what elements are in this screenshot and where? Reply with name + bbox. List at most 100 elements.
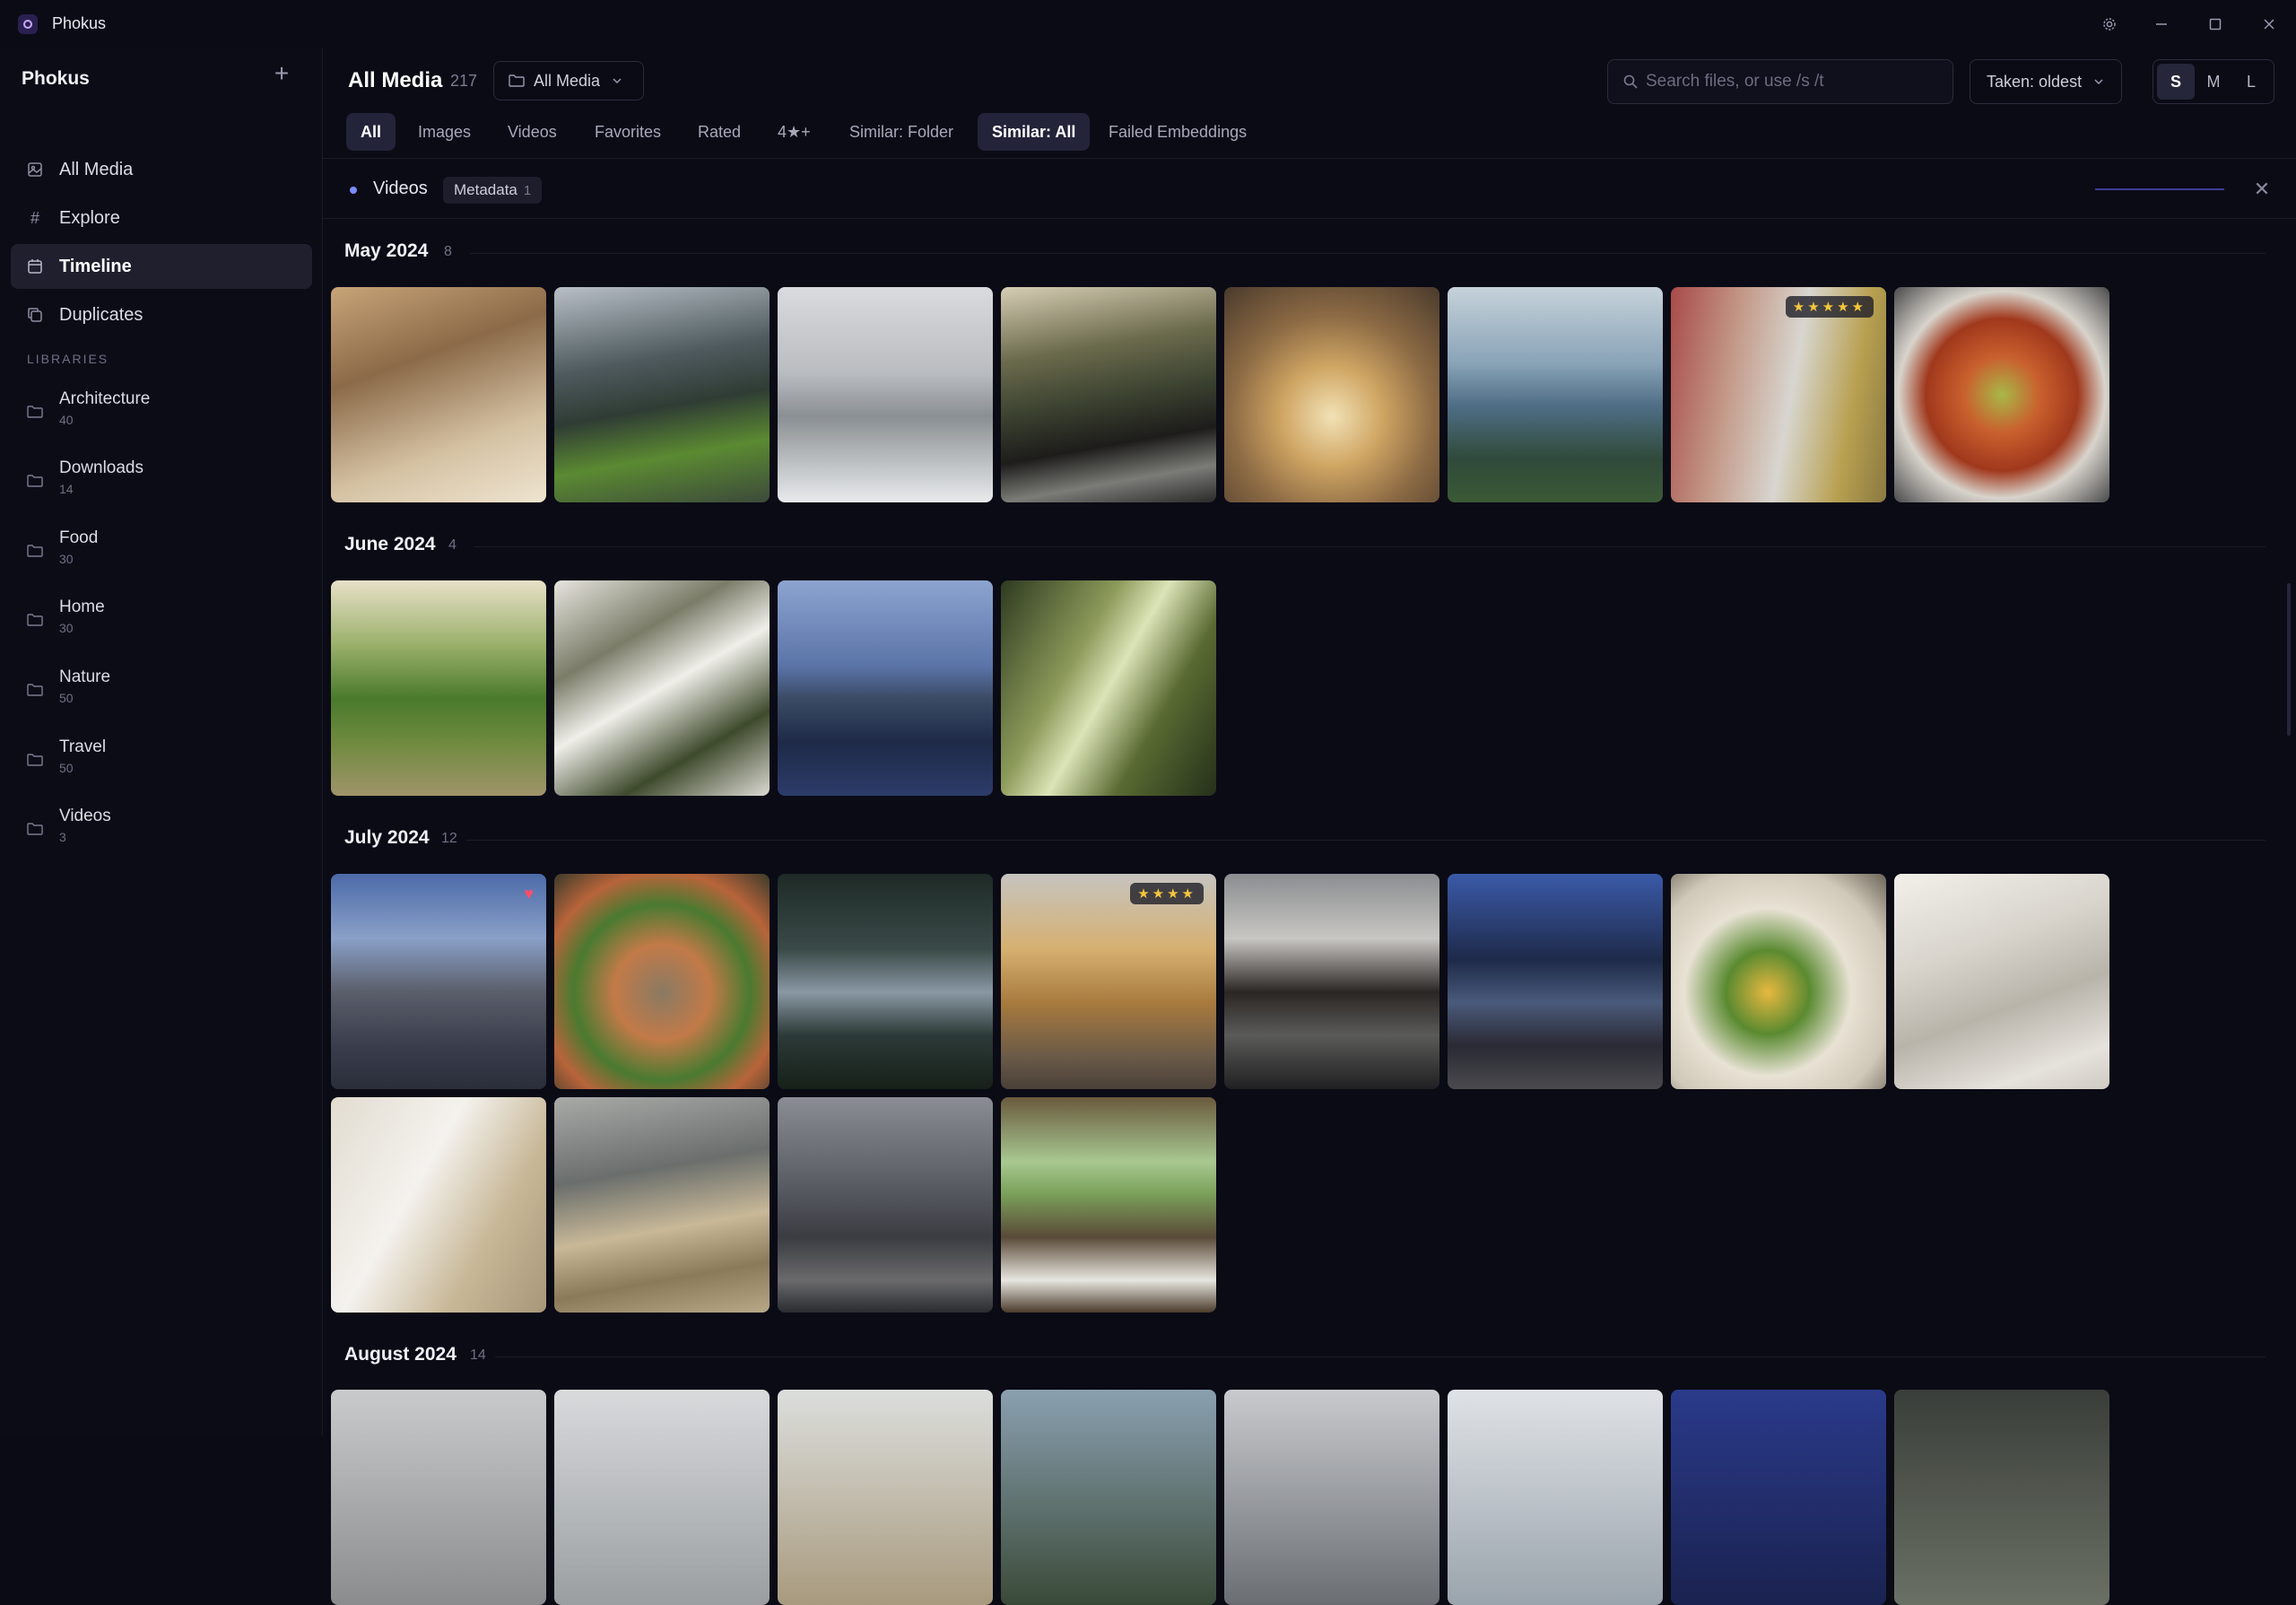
close-window-button[interactable] xyxy=(2253,9,2285,39)
photo-thumbnail[interactable] xyxy=(1448,287,1663,502)
tab-all[interactable]: All xyxy=(346,113,396,151)
library-name: Food xyxy=(59,528,99,547)
sidebar-item-timeline[interactable]: Timeline xyxy=(11,244,312,289)
photo-thumbnail[interactable] xyxy=(1224,874,1439,1089)
calendar-icon xyxy=(11,258,59,275)
folder-icon xyxy=(509,74,525,87)
library-count: 50 xyxy=(59,761,74,775)
title-bar: Phokus xyxy=(0,0,2296,48)
photo-thumbnail[interactable] xyxy=(778,1097,993,1313)
tab-rated[interactable]: Rated xyxy=(683,113,755,151)
active-filter-bar: Videos Metadata 1 ✕ xyxy=(323,158,2296,219)
thumbnail-size-toggle: S M L xyxy=(2152,59,2274,104)
library-count: 50 xyxy=(59,691,74,705)
section-title: August 2024 xyxy=(344,1344,457,1365)
tab-videos[interactable]: Videos xyxy=(493,113,571,151)
photo-thumbnail[interactable] xyxy=(1671,874,1886,1089)
section-count: 12 xyxy=(441,831,457,846)
photo-thumbnail[interactable]: ♥ xyxy=(331,874,546,1089)
sidebar-item-explore[interactable]: # Explore xyxy=(11,196,312,240)
photo-thumbnail[interactable] xyxy=(1001,287,1216,502)
folder-filter-dropdown[interactable]: All Media xyxy=(493,61,644,100)
section-divider xyxy=(495,1356,2266,1357)
chevron-down-icon xyxy=(613,78,622,84)
photo-thumbnail[interactable]: ★★★★ xyxy=(1001,874,1216,1089)
app-logo-icon xyxy=(18,14,38,34)
tab-failed-embeddings[interactable]: Failed Embeddings xyxy=(1094,113,1261,151)
photo-thumbnail[interactable] xyxy=(554,1097,770,1313)
tab-favorites[interactable]: Favorites xyxy=(580,113,675,151)
folder-icon xyxy=(27,684,43,696)
photo-thumbnail[interactable] xyxy=(1001,1097,1216,1313)
photo-thumbnail[interactable] xyxy=(331,287,546,502)
section-title: May 2024 xyxy=(344,240,429,261)
library-name: Architecture xyxy=(59,389,151,408)
photo-thumbnail[interactable] xyxy=(778,287,993,502)
sort-dropdown[interactable]: Taken: oldest xyxy=(1970,59,2123,104)
folder-filter-label: All Media xyxy=(534,71,601,90)
sidebar-title: Phokus xyxy=(22,68,90,89)
library-item-nature[interactable]: Nature 50 xyxy=(27,667,314,721)
settings-icon[interactable] xyxy=(2093,9,2126,39)
maximize-button[interactable] xyxy=(2199,9,2231,39)
folder-icon xyxy=(27,614,43,626)
add-library-button[interactable]: + xyxy=(269,61,294,86)
photo-thumbnail[interactable] xyxy=(1224,287,1439,502)
library-name: Home xyxy=(59,598,105,616)
tab-images[interactable]: Images xyxy=(404,113,485,151)
metadata-chip[interactable]: Metadata 1 xyxy=(443,177,543,204)
photo-thumbnail[interactable] xyxy=(1894,1390,2109,1605)
chip-label: Metadata xyxy=(454,181,517,198)
library-item-downloads[interactable]: Downloads 14 xyxy=(27,458,314,512)
search-box[interactable] xyxy=(1607,59,1953,104)
photo-thumbnail[interactable] xyxy=(1224,1390,1439,1605)
scrollbar-thumb[interactable] xyxy=(2287,583,2291,736)
search-icon xyxy=(1623,74,1638,89)
photo-thumbnail[interactable] xyxy=(1001,580,1216,796)
photo-thumbnail[interactable] xyxy=(778,874,993,1089)
photo-thumbnail[interactable] xyxy=(778,1390,993,1605)
window-title: Phokus xyxy=(52,14,107,32)
tab-similar-all[interactable]: Similar: All xyxy=(978,113,1091,151)
sidebar-item-all-media[interactable]: All Media xyxy=(11,147,312,192)
photo-thumbnail[interactable] xyxy=(1894,287,2109,502)
library-count: 14 xyxy=(59,482,74,496)
photo-thumbnail[interactable] xyxy=(1448,874,1663,1089)
minimize-button[interactable] xyxy=(2145,9,2178,39)
copy-icon xyxy=(11,307,59,323)
size-medium-button[interactable]: M xyxy=(2195,64,2232,100)
photo-thumbnail[interactable] xyxy=(1894,874,2109,1089)
photo-thumbnail[interactable] xyxy=(331,1390,546,1605)
photo-thumbnail[interactable] xyxy=(554,287,770,502)
photo-thumbnail[interactable] xyxy=(1671,1390,1886,1605)
sidebar-item-duplicates[interactable]: Duplicates xyxy=(11,292,312,337)
library-count: 30 xyxy=(59,621,74,635)
photo-thumbnail[interactable] xyxy=(554,1390,770,1605)
photo-thumbnail[interactable] xyxy=(331,1097,546,1313)
library-item-videos[interactable]: Videos 3 xyxy=(27,807,314,860)
photo-thumbnail[interactable] xyxy=(1001,1390,1216,1605)
photo-thumbnail[interactable] xyxy=(331,580,546,796)
tab-similar-folder[interactable]: Similar: Folder xyxy=(835,113,968,151)
photo-thumbnail[interactable] xyxy=(778,580,993,796)
close-filter-button[interactable]: ✕ xyxy=(2249,177,2274,202)
size-large-button[interactable]: L xyxy=(2232,64,2270,100)
library-item-food[interactable]: Food 30 xyxy=(27,528,314,582)
rating-badge: ★★★★ xyxy=(1130,883,1204,904)
section-title: July 2024 xyxy=(344,827,430,848)
photo-thumbnail[interactable] xyxy=(554,874,770,1089)
sidebar-item-label: Timeline xyxy=(59,256,132,276)
tab-4-stars-plus[interactable]: 4★+ xyxy=(763,113,825,151)
chevron-down-icon xyxy=(2094,79,2103,85)
sidebar: Phokus + All Media # Explore Timeline Du… xyxy=(0,48,323,1435)
library-item-travel[interactable]: Travel 50 xyxy=(27,737,314,791)
photo-thumbnail[interactable] xyxy=(1448,1390,1663,1605)
search-input[interactable] xyxy=(1646,72,1933,92)
photo-thumbnail[interactable]: ★★★★★ xyxy=(1671,287,1886,502)
hash-icon: # xyxy=(30,208,39,227)
library-item-architecture[interactable]: Architecture 40 xyxy=(27,389,314,443)
section-count: 4 xyxy=(448,537,457,553)
size-small-button[interactable]: S xyxy=(2157,64,2195,100)
library-item-home[interactable]: Home 30 xyxy=(27,598,314,651)
photo-thumbnail[interactable] xyxy=(554,580,770,796)
